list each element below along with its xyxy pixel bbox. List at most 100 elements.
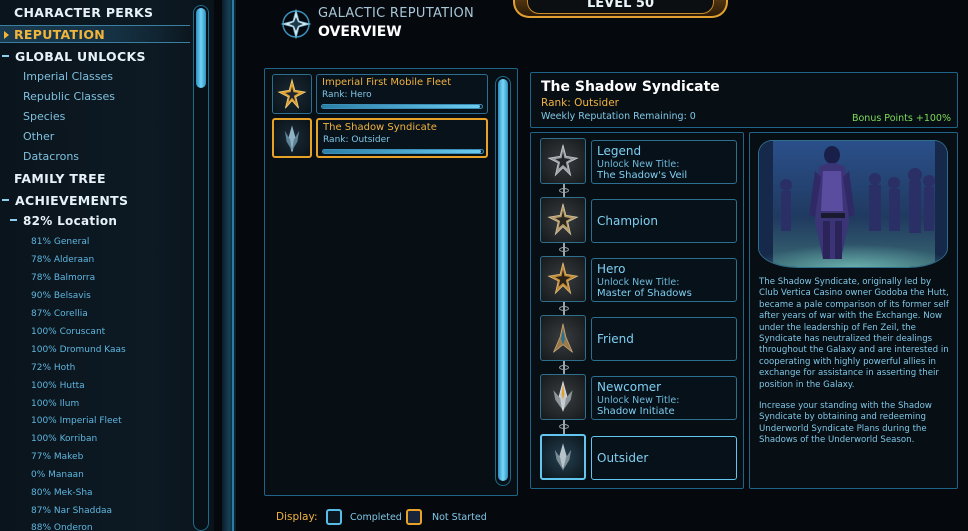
sidebar-item-label: REPUTATION — [14, 27, 106, 42]
rank-friend[interactable]: Friend — [540, 315, 740, 361]
collapse-icon[interactable] — [2, 54, 9, 57]
sidebar-location-item[interactable]: 88% Onderon — [31, 523, 93, 531]
rank-outsider[interactable]: Outsider — [540, 434, 740, 480]
not-started-legend-swatch[interactable] — [406, 509, 422, 525]
faction-detail-title: The Shadow Syndicate — [541, 79, 720, 95]
faction-name: Imperial First Mobile Fleet — [322, 77, 452, 88]
sidebar-location-item[interactable]: 72% Hoth — [31, 363, 75, 373]
selected-arrow-icon — [4, 31, 9, 39]
sidebar-location-item[interactable]: 100% Dromund Kaas — [31, 345, 126, 355]
rank-champion[interactable]: Champion — [540, 197, 740, 243]
header-title: GALACTIC REPUTATION — [318, 6, 475, 21]
sidebar-location-item[interactable]: 77% Makeb — [31, 452, 83, 462]
sidebar-item-label: ACHIEVEMENTS — [15, 193, 129, 208]
faction-detail-rank: Rank: Outsider — [541, 97, 619, 109]
rank-card[interactable]: Champion — [591, 199, 737, 243]
rank-chain-link — [559, 188, 569, 193]
rank-chain-link — [559, 247, 569, 252]
faction-progress-bar — [321, 104, 483, 109]
sidebar-location-item[interactable]: 81% General — [31, 237, 89, 247]
sidebar-item-label: GLOBAL UNLOCKS — [15, 49, 146, 64]
rank-legend[interactable]: Legend Unlock New Title: The Shadow's Ve… — [540, 138, 740, 184]
rank-name: Hero — [597, 262, 626, 276]
sidebar-item-family-tree[interactable]: FAMILY TREE — [14, 171, 106, 186]
sidebar-location-item[interactable]: 80% Mek-Sha — [31, 488, 93, 498]
faction-item-shadow-syndicate[interactable]: The Shadow Syndicate Rank: Outsider — [272, 118, 488, 158]
level-label: LEVEL 50 — [527, 0, 714, 14]
rank-star-icon — [540, 256, 586, 302]
rank-star-icon — [540, 374, 586, 420]
faction-item-imperial-first-mobile-fleet[interactable]: Imperial First Mobile Fleet Rank: Hero — [272, 74, 488, 114]
sidebar-location-item[interactable]: 100% Korriban — [31, 434, 97, 444]
rank-star-icon — [540, 197, 586, 243]
sidebar-scrollbar-thumb[interactable] — [196, 8, 206, 88]
rank-unlock-title: Shadow Initiate — [597, 406, 675, 417]
rank-card[interactable]: Friend — [591, 317, 737, 361]
faction-progress-fill — [322, 105, 481, 108]
completed-legend-label: Completed — [350, 512, 402, 523]
sidebar-item-label: CHARACTER PERKS — [14, 5, 154, 20]
rank-unlock-label: Unlock New Title: — [597, 159, 680, 170]
sidebar-nav: CHARACTER PERKS REPUTATION GLOBAL UNLOCK… — [0, 0, 214, 531]
rank-newcomer[interactable]: Newcomer Unlock New Title: Shadow Initia… — [540, 374, 740, 420]
sidebar-item-species[interactable]: Species — [23, 110, 65, 123]
sidebar-location-item[interactable]: 100% Ilum — [31, 399, 79, 409]
rank-unlock-label: Unlock New Title: — [597, 395, 680, 406]
sidebar-item-location[interactable]: 82% Location — [10, 214, 117, 228]
rank-name: Legend — [597, 144, 642, 158]
rank-card[interactable]: Outsider — [591, 436, 737, 480]
rank-name: Newcomer — [597, 380, 662, 394]
sidebar-item-global-unlocks[interactable]: GLOBAL UNLOCKS — [2, 49, 146, 64]
sidebar-item-imperial-classes[interactable]: Imperial Classes — [23, 70, 113, 83]
sidebar-item-datacrons[interactable]: Datacrons — [23, 150, 79, 163]
faction-rank: Rank: Outsider — [323, 135, 390, 145]
faction-list-scrollbar[interactable] — [495, 76, 511, 486]
rank-chain-link — [559, 365, 569, 370]
faction-card[interactable]: Imperial First Mobile Fleet Rank: Hero — [316, 74, 488, 114]
rank-name: Friend — [597, 332, 634, 346]
sidebar-item-republic-classes[interactable]: Republic Classes — [23, 90, 115, 103]
sidebar-item-achievements[interactable]: ACHIEVEMENTS — [2, 193, 128, 208]
rank-unlock-label: Unlock New Title: — [597, 277, 680, 288]
rank-card[interactable]: Newcomer Unlock New Title: Shadow Initia… — [591, 376, 737, 420]
sidebar-location-item[interactable]: 87% Nar Shaddaa — [31, 506, 112, 516]
rank-card[interactable]: Hero Unlock New Title: Master of Shadows — [591, 258, 737, 302]
sidebar-location-item[interactable]: 78% Balmorra — [31, 273, 95, 283]
sidebar-item-character-perks[interactable]: CHARACTER PERKS — [14, 5, 153, 20]
rank-chain-link — [559, 424, 569, 429]
sidebar-item-other[interactable]: Other — [23, 130, 54, 143]
shadow-syndicate-emblem-icon — [272, 118, 312, 158]
rank-chain-link — [559, 306, 569, 311]
faction-card[interactable]: The Shadow Syndicate Rank: Outsider — [316, 118, 488, 158]
sidebar-location-item[interactable]: 87% Corellia — [31, 309, 88, 319]
level-banner: LEVEL 50 — [513, 0, 728, 18]
faction-detail-header: The Shadow Syndicate Rank: Outsider Week… — [530, 72, 958, 128]
galactic-reputation-star-icon — [280, 8, 312, 40]
rank-star-icon — [540, 138, 586, 184]
faction-progress-fill — [323, 150, 482, 153]
display-label: Display: — [276, 511, 318, 523]
completed-legend-swatch[interactable] — [326, 509, 342, 525]
sidebar-location-item[interactable]: 0% Manaan — [31, 470, 84, 480]
imperial-fleet-star-icon — [272, 74, 312, 114]
rank-card[interactable]: Legend Unlock New Title: The Shadow's Ve… — [591, 140, 737, 184]
faction-description-paragraph: Increase your standing with the Shadow S… — [759, 401, 932, 446]
sidebar-location-item[interactable]: 100% Coruscant — [31, 327, 105, 337]
collapse-icon[interactable] — [2, 198, 9, 201]
faction-description: The Shadow Syndicate, originally led by … — [759, 277, 953, 457]
rank-hero[interactable]: Hero Unlock New Title: Master of Shadows — [540, 256, 740, 302]
rank-unlock-title: The Shadow's Veil — [597, 170, 688, 181]
header-subtitle: OVERVIEW — [318, 24, 402, 40]
sidebar-location-item[interactable]: 90% Belsavis — [31, 291, 91, 301]
sidebar-item-reputation[interactable]: REPUTATION — [4, 27, 105, 42]
sidebar-scrollbar[interactable] — [193, 5, 209, 531]
sidebar-location-item[interactable]: 78% Alderaan — [31, 255, 94, 265]
panel-divider-line — [232, 0, 234, 531]
faction-list-scrollbar-thumb[interactable] — [498, 79, 508, 481]
sidebar-location-item[interactable]: 100% Imperial Fleet — [31, 416, 122, 426]
faction-portrait-image — [758, 140, 948, 268]
sidebar-location-item[interactable]: 100% Hutta — [31, 381, 85, 391]
collapse-icon[interactable] — [10, 218, 17, 221]
faction-description-paragraph: The Shadow Syndicate, originally led by … — [759, 277, 949, 390]
not-started-legend-label: Not Started — [432, 512, 487, 523]
